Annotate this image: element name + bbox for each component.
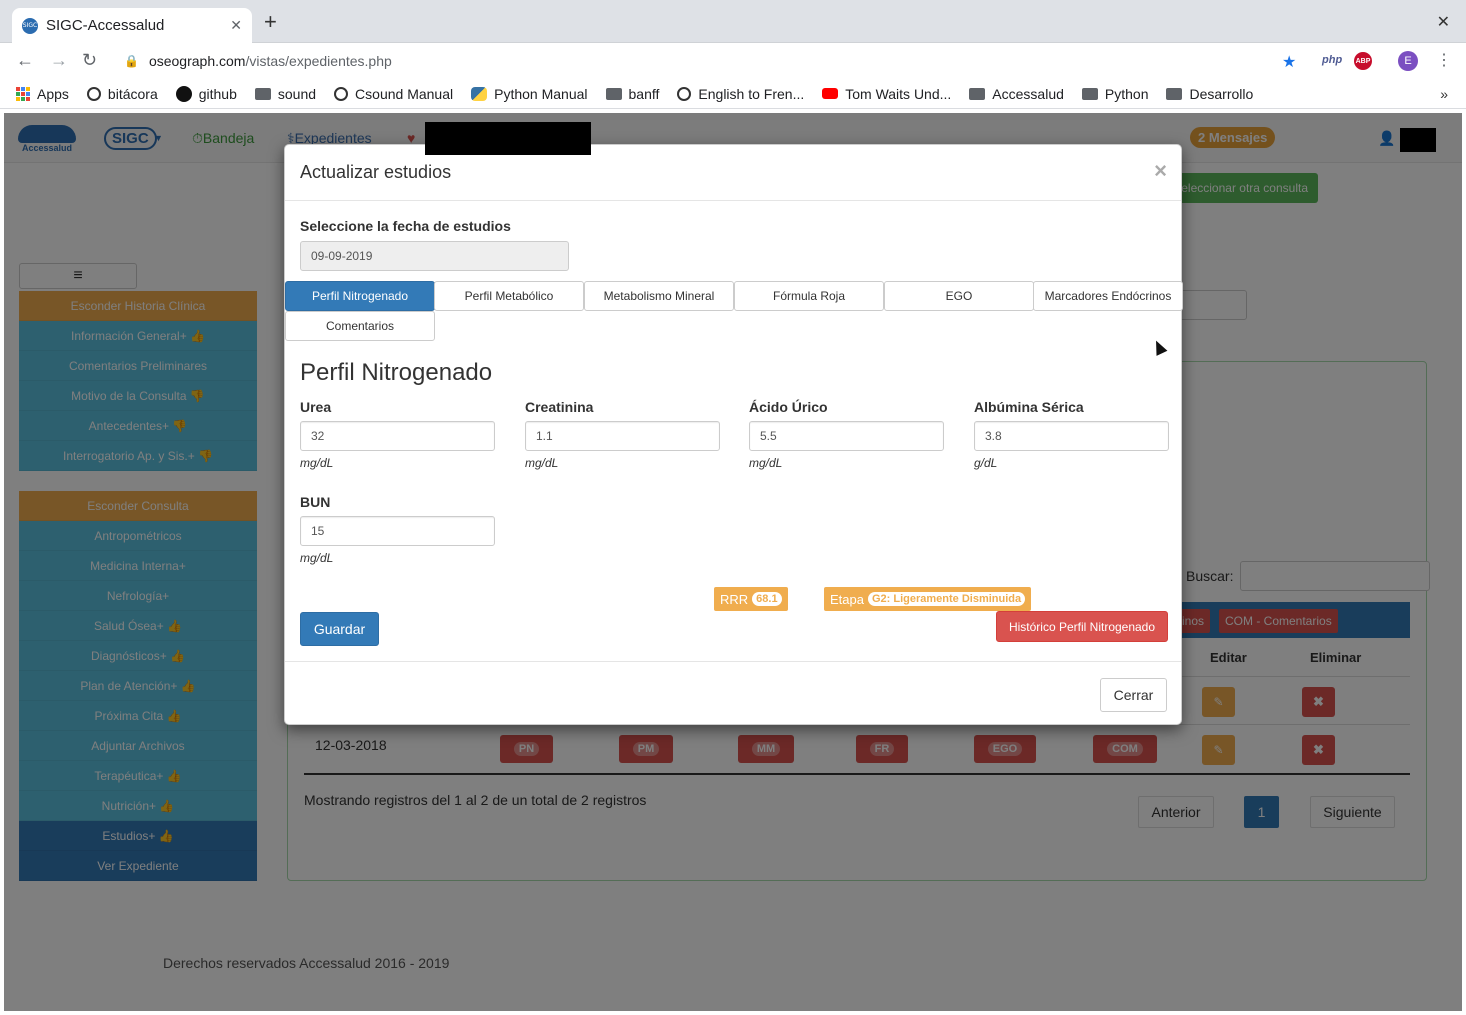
- php-extension-icon[interactable]: php: [1322, 54, 1342, 66]
- tab-ego[interactable]: EGO: [884, 281, 1034, 311]
- bookmark-github[interactable]: github: [175, 85, 237, 102]
- date-label: Seleccione la fecha de estudios: [300, 218, 511, 234]
- redacted-block: [425, 122, 591, 155]
- folder-icon: [605, 87, 622, 100]
- back-arrow-icon[interactable]: ←: [16, 50, 34, 71]
- bookmark-accessalud[interactable]: Accessalud: [969, 86, 1064, 102]
- tab-formula-roja[interactable]: Fórmula Roja: [734, 281, 884, 311]
- globe-icon: [677, 86, 692, 101]
- acido-urico-input[interactable]: 5.5: [749, 421, 944, 451]
- tab-title: SIGC-Accessalud: [46, 17, 165, 34]
- browser-tab[interactable]: SIGC SIGC-Accessalud ✕: [12, 8, 252, 43]
- etapa-badge: Etapa G2: Ligeramente Disminuida: [824, 587, 1032, 611]
- bookmark-python-manual[interactable]: Python Manual: [471, 86, 588, 102]
- albumina-input[interactable]: 3.8: [974, 421, 1169, 451]
- folder-icon: [1081, 87, 1098, 100]
- acido-urico-unit: mg/dL: [749, 456, 783, 470]
- tab-marcadores-endocrinos[interactable]: Marcadores Endócrinos: [1033, 281, 1183, 311]
- python-icon: [471, 86, 488, 101]
- lock-icon: 🔒: [124, 54, 139, 68]
- browser-tabbar: SIGC SIGC-Accessalud ✕ + ✕: [0, 0, 1466, 43]
- albumina-unit: g/dL: [974, 456, 998, 470]
- rrr-badge: RRR 68.1: [714, 587, 788, 611]
- modal-header: Actualizar estudios ×: [285, 145, 1181, 201]
- urea-input[interactable]: 32: [300, 421, 495, 451]
- tab-metabolismo-mineral[interactable]: Metabolismo Mineral: [584, 281, 734, 311]
- close-icon[interactable]: ×: [1154, 158, 1167, 184]
- bun-unit: mg/dL: [300, 551, 334, 565]
- youtube-icon: [822, 88, 839, 99]
- section-title: Perfil Nitrogenado: [300, 359, 493, 386]
- bookmark-tom-waits[interactable]: Tom Waits Und...: [822, 86, 951, 102]
- globe-icon: [86, 86, 101, 101]
- sigc-favicon-icon: SIGC: [22, 17, 38, 34]
- urea-unit: mg/dL: [300, 456, 334, 470]
- apps-grid-icon: [16, 86, 30, 101]
- tab-perfil-metabolico[interactable]: Perfil Metabólico: [434, 281, 584, 311]
- folder-icon: [1166, 87, 1183, 100]
- bookmark-python[interactable]: Python: [1081, 86, 1148, 102]
- globe-icon: [334, 86, 349, 101]
- folder-icon: [254, 87, 271, 100]
- bookmark-bitacora[interactable]: bitácora: [86, 86, 158, 102]
- rrr-value: 68.1: [752, 592, 782, 606]
- modal-title: Actualizar estudios: [300, 162, 452, 182]
- bookmark-csound[interactable]: Csound Manual: [334, 86, 453, 102]
- bun-label: BUN: [300, 494, 331, 510]
- profile-avatar[interactable]: E: [1398, 51, 1418, 71]
- save-button[interactable]: Guardar: [300, 612, 379, 646]
- new-tab-plus-icon[interactable]: +: [264, 11, 277, 33]
- acido-urico-label: Ácido Úrico: [749, 399, 828, 415]
- reload-icon[interactable]: ↻: [82, 50, 97, 71]
- bookmark-sound[interactable]: sound: [254, 86, 316, 102]
- url-host: oseograph.com: [148, 53, 246, 69]
- modal-footer: Cerrar: [285, 661, 1181, 725]
- creatinina-label: Creatinina: [525, 399, 594, 415]
- update-studies-modal: Actualizar estudios × Seleccione la fech…: [284, 144, 1183, 725]
- folder-icon: [969, 87, 986, 100]
- bookmark-star-icon[interactable]: ★: [1282, 52, 1296, 72]
- creatinina-unit: mg/dL: [525, 456, 559, 470]
- bookmarks-bar: Apps bitácora github sound Csound Manual…: [0, 79, 1466, 109]
- bookmark-banff[interactable]: banff: [605, 86, 659, 102]
- window-close-icon[interactable]: ✕: [1437, 12, 1450, 32]
- address-bar[interactable]: 🔒 oseograph.com /vistas/expedientes.php: [112, 47, 1312, 75]
- bookmark-desarrollo[interactable]: Desarrollo: [1166, 86, 1253, 102]
- etapa-value: G2: Ligeramente Disminuida: [867, 592, 1026, 606]
- url-path: /vistas/expedientes.php: [245, 53, 392, 69]
- tab-close-icon[interactable]: ✕: [230, 17, 242, 34]
- albumina-label: Albúmina Sérica: [974, 399, 1084, 415]
- historico-button[interactable]: Histórico Perfil Nitrogenado: [996, 611, 1168, 642]
- forward-arrow-icon[interactable]: →: [50, 50, 68, 71]
- adblock-extension-icon[interactable]: ABP: [1354, 52, 1372, 70]
- urea-label: Urea: [300, 399, 332, 415]
- browser-menu-icon[interactable]: ⋮: [1436, 50, 1452, 70]
- bookmark-apps[interactable]: Apps: [16, 86, 69, 102]
- close-button[interactable]: Cerrar: [1100, 678, 1167, 712]
- bookmarks-overflow-icon[interactable]: »: [1440, 86, 1448, 102]
- tab-perfil-nitrogenado[interactable]: Perfil Nitrogenado: [285, 281, 435, 311]
- bun-input[interactable]: 15: [300, 516, 495, 546]
- date-field[interactable]: 09-09-2019: [300, 241, 569, 271]
- tab-comentarios[interactable]: Comentarios: [285, 311, 435, 341]
- bookmark-english-french[interactable]: English to Fren...: [677, 86, 804, 102]
- github-icon: [175, 85, 192, 102]
- creatinina-input[interactable]: 1.1: [525, 421, 720, 451]
- browser-toolbar: ← → ↻ 🔒 oseograph.com /vistas/expediente…: [0, 43, 1466, 79]
